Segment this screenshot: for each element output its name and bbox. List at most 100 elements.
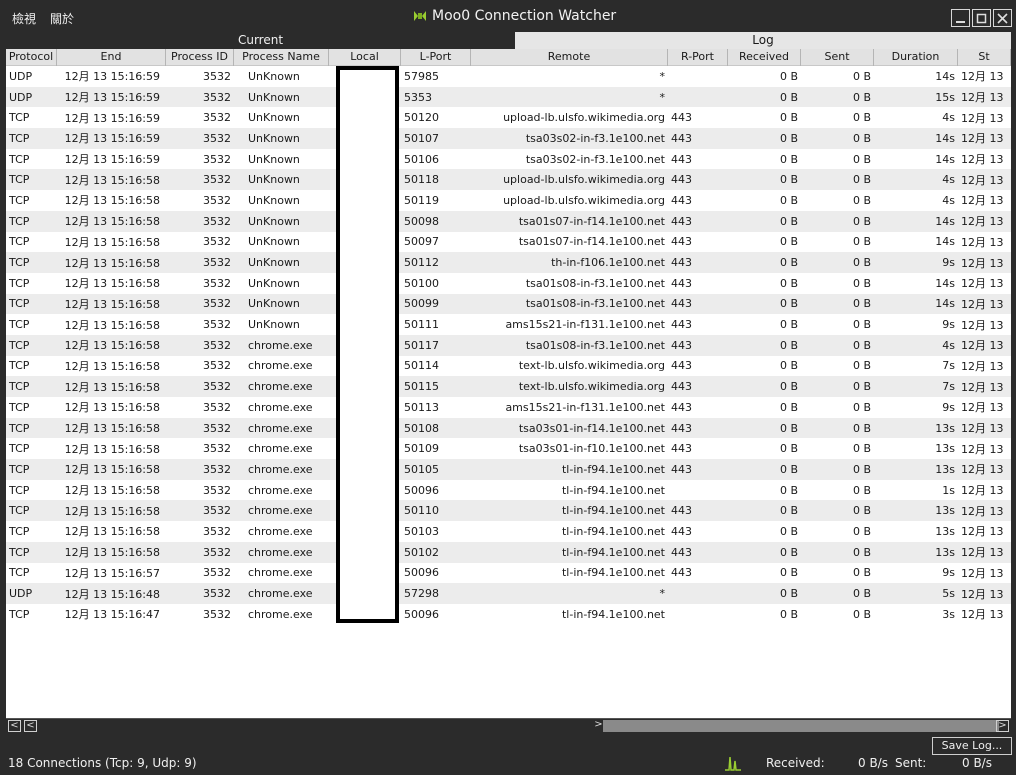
table-row[interactable]: TCP 12月 13 15:16:59 3532 UnKnown 50120 upload… (6, 107, 1011, 128)
traffic-graph-icon[interactable] (724, 751, 742, 771)
cell-process-name: UnKnown (248, 193, 300, 207)
cell-start: 12月 13 (961, 401, 1004, 415)
table-row[interactable]: UDP 12月 13 15:16:48 3532 chrome.exe 57298 * 0 … (6, 583, 1011, 604)
table-row[interactable]: TCP 12月 13 15:16:58 3532 chrome.exe 50114 tex… (6, 356, 1011, 377)
cell-remote: text-lb.ulsfo.wikimedia.org (518, 359, 665, 373)
cell-end: 12月 13 15:16:58 (64, 339, 160, 353)
cell-remote: tsa01s08-in-f3.1e100.net (525, 297, 665, 311)
column-header-process-id[interactable]: Process ID (166, 49, 234, 66)
table-row[interactable]: TCP 12月 13 15:16:59 3532 UnKnown 50107 tsa03s… (6, 128, 1011, 149)
cell-process-name: chrome.exe (248, 524, 313, 538)
cell-end: 12月 13 15:16:57 (64, 566, 160, 580)
cell-l-port: 50109 (404, 442, 439, 456)
table-row[interactable]: TCP 12月 13 15:16:58 3532 chrome.exe 50109 tsa… (6, 438, 1011, 459)
cell-received: 0 B (779, 524, 798, 538)
cell-r-port: 443 (671, 173, 692, 187)
table-row[interactable]: TCP 12月 13 15:16:58 3532 chrome.exe 50096 tl-… (6, 480, 1011, 501)
minimize-button[interactable] (951, 9, 970, 27)
horizontal-scrollbar[interactable]: < < > > (6, 718, 1011, 732)
cell-duration: 13s (935, 442, 955, 456)
cell-duration: 14s (935, 69, 955, 83)
scroll-right-button[interactable]: > (996, 720, 1009, 732)
table-row[interactable]: TCP 12月 13 15:16:58 3532 UnKnown 50097 tsa01s… (6, 232, 1011, 253)
cell-process-id: 3532 (203, 524, 231, 538)
cell-start: 12月 13 (961, 359, 1004, 373)
table-row[interactable]: TCP 12月 13 15:16:58 3532 chrome.exe 50110 tl-… (6, 500, 1011, 522)
column-header-l-port[interactable]: L-Port (401, 49, 471, 66)
menu-view[interactable]: 檢視 (12, 10, 36, 27)
maximize-button[interactable] (972, 9, 991, 27)
cell-sent: 0 B (852, 421, 871, 435)
table-row[interactable]: TCP 12月 13 15:16:58 3532 chrome.exe 50115 tex… (6, 376, 1011, 397)
table-row[interactable]: TCP 12月 13 15:16:58 3532 UnKnown 50099 tsa01s… (6, 293, 1011, 315)
cell-sent: 0 B (852, 587, 871, 601)
table-row[interactable]: TCP 12月 13 15:16:58 3532 chrome.exe 50113 ams… (6, 397, 1011, 418)
cell-process-id: 3532 (203, 193, 231, 207)
cell-duration: 13s (935, 524, 955, 538)
table-row[interactable]: TCP 12月 13 15:16:58 3532 chrome.exe 50102 tl-… (6, 541, 1011, 563)
table-row[interactable]: TCP 12月 13 15:16:58 3532 chrome.exe 50105 tl-… (6, 459, 1011, 480)
column-header-process-name[interactable]: Process Name (234, 49, 329, 66)
cell-duration: 13s (935, 462, 955, 476)
cell-process-id: 3532 (203, 338, 231, 352)
table-row[interactable]: UDP 12月 13 15:16:59 3532 UnKnown 5353 * 0 B 0 B… (6, 86, 1011, 108)
cell-received: 0 B (779, 193, 798, 207)
cell-received: 0 B (779, 214, 798, 228)
cell-process-id: 3532 (203, 152, 231, 166)
column-header-sent[interactable]: Sent (801, 49, 874, 66)
column-header-protocol[interactable]: Protocol (6, 49, 57, 66)
scroll-left-button[interactable]: < (8, 720, 21, 732)
cell-process-name: chrome.exe (248, 607, 313, 621)
scroll-page-left-button[interactable]: < (24, 720, 37, 732)
tab-log[interactable]: Log (515, 32, 1011, 49)
table-row[interactable]: TCP 12月 13 15:16:58 3532 UnKnown 50118 upload… (6, 169, 1011, 191)
table-row[interactable]: UDP 12月 13 15:16:59 3532 UnKnown 57985 * 0 B 0 … (6, 66, 1011, 87)
table-row[interactable]: TCP 12月 13 15:16:58 3532 chrome.exe 50108 tsa… (6, 417, 1011, 439)
cell-end: 12月 13 15:16:58 (64, 194, 160, 208)
cell-l-port: 50096 (404, 483, 439, 497)
tab-current[interactable]: Current (6, 32, 515, 49)
cell-protocol: TCP (9, 173, 30, 187)
scroll-thumb[interactable] (603, 720, 999, 732)
cell-process-name: chrome.exe (248, 359, 313, 373)
cell-process-name: chrome.exe (248, 504, 313, 518)
cell-r-port: 443 (671, 421, 692, 435)
column-header-received[interactable]: Received (728, 49, 801, 66)
column-header-end[interactable]: End (57, 49, 166, 66)
table-row[interactable]: TCP 12月 13 15:16:58 3532 UnKnown 50111 ams15s… (6, 314, 1011, 335)
column-header-duration[interactable]: Duration (874, 49, 958, 66)
table-row[interactable]: TCP 12月 13 15:16:58 3532 UnKnown 50100 tsa01s… (6, 273, 1011, 294)
column-header-r-port[interactable]: R-Port (668, 49, 728, 66)
table-row[interactable]: TCP 12月 13 15:16:57 3532 chrome.exe 50096 tl-… (6, 563, 1011, 584)
cell-end: 12月 13 15:16:58 (64, 173, 160, 187)
menu-about[interactable]: 關於 (50, 10, 74, 27)
cell-end: 12月 13 15:16:59 (64, 111, 160, 125)
cell-l-port: 50107 (404, 131, 439, 145)
cell-protocol: TCP (9, 483, 30, 497)
table-row[interactable]: TCP 12月 13 15:16:59 3532 UnKnown 50106 tsa03s… (6, 149, 1011, 170)
column-header-remote[interactable]: Remote (471, 49, 668, 66)
cell-end: 12月 13 15:16:58 (64, 277, 160, 291)
save-log-button[interactable]: Save Log... (932, 737, 1012, 755)
table-row[interactable]: TCP 12月 13 15:16:47 3532 chrome.exe 50096 tl-… (6, 604, 1011, 625)
cell-process-name: chrome.exe (248, 483, 313, 497)
cell-received: 0 B (779, 90, 798, 104)
cell-remote: tl-in-f94.1e100.net (561, 566, 665, 580)
table-row[interactable]: TCP 12月 13 15:16:58 3532 UnKnown 50119 upload… (6, 190, 1011, 211)
minimize-icon (956, 20, 965, 23)
cell-l-port: 50103 (404, 524, 439, 538)
cell-end: 12月 13 15:16:58 (64, 401, 160, 415)
close-button[interactable] (993, 9, 1012, 27)
table-row[interactable]: TCP 12月 13 15:16:58 3532 chrome.exe 50117 tsa… (6, 334, 1011, 356)
cell-process-id: 3532 (203, 400, 231, 414)
redacted-local-column (336, 66, 399, 623)
cell-received: 0 B (779, 380, 798, 394)
table-row[interactable]: TCP 12月 13 15:16:58 3532 UnKnown 50098 tsa01s… (6, 210, 1011, 232)
cell-duration: 14s (935, 152, 955, 166)
cell-received: 0 B (779, 483, 798, 497)
column-header-start[interactable]: St (958, 49, 1011, 66)
cell-start: 12月 13 (961, 70, 1004, 84)
column-header-local[interactable]: Local (329, 49, 401, 66)
table-row[interactable]: TCP 12月 13 15:16:58 3532 chrome.exe 50103 tl-… (6, 521, 1011, 542)
table-row[interactable]: TCP 12月 13 15:16:58 3532 UnKnown 50112 th-in-… (6, 252, 1011, 273)
